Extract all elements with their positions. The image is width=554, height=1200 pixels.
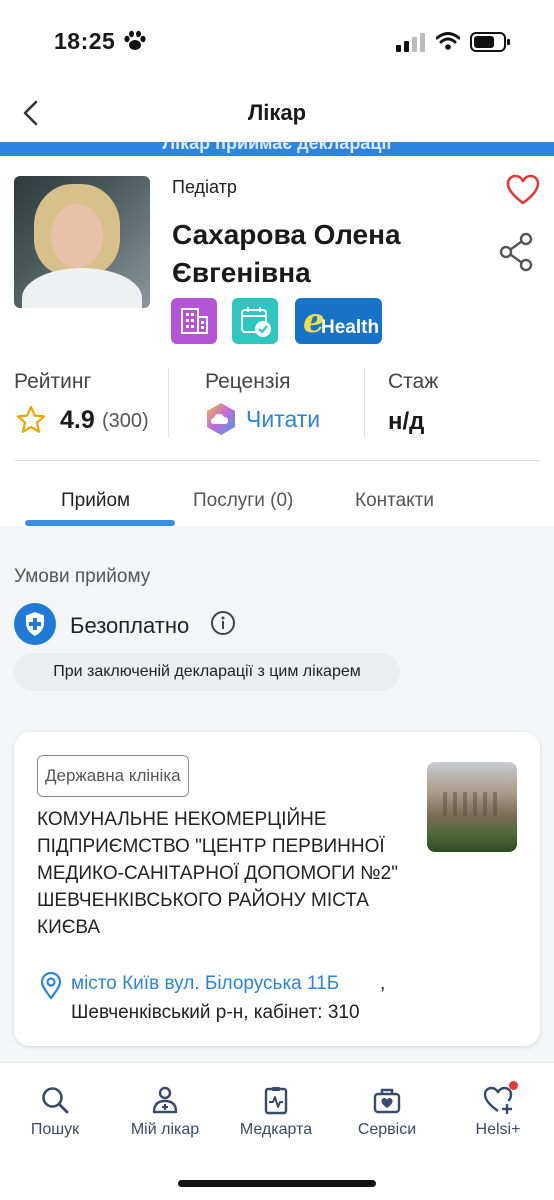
price-label: Безоплатно: [70, 613, 190, 638]
bottom-nav-label: Helsi+: [475, 1121, 521, 1138]
doctor-specialty: Педіатр: [172, 177, 237, 197]
signal-icon: [396, 33, 425, 52]
notification-dot: [509, 1081, 518, 1090]
star-icon: [16, 405, 46, 433]
page-title: Лікар: [247, 100, 307, 125]
clinic-photo: [427, 762, 517, 852]
tab-services[interactable]: Послуги (0): [193, 490, 293, 512]
clinic-type-tag: Державна клініка: [37, 755, 189, 797]
share-icon[interactable]: [498, 232, 534, 272]
clinic-address-details: Шевченківський р-н, кабінет: 310: [71, 1002, 360, 1023]
heart-plus-icon: [483, 1086, 513, 1114]
shield-cross-icon: [14, 603, 56, 645]
search-icon: [42, 1087, 69, 1114]
experience-value: н/д: [388, 408, 425, 435]
conditions-title: Умови прийому: [14, 566, 151, 587]
clinic-building-badge: [171, 298, 217, 344]
home-indicator: [178, 1180, 376, 1187]
bottom-nav-label: Пошук: [30, 1121, 80, 1138]
paw-icon: [124, 30, 146, 50]
experience-label: Стаж: [388, 370, 439, 393]
divider: [364, 368, 365, 438]
doctor-photo: [14, 176, 150, 308]
services-icon: [373, 1088, 401, 1114]
online-booking-badge: [232, 298, 278, 344]
divider: [168, 368, 169, 438]
favorite-heart-icon[interactable]: [506, 174, 540, 206]
rating-label: Рейтинг: [14, 370, 92, 393]
tab-contacts[interactable]: Контакти: [355, 490, 434, 512]
review-label: Рецензія: [205, 370, 291, 393]
bottom-nav-label: Медкарта: [239, 1121, 313, 1138]
clinic-address-link[interactable]: місто Київ вул. Білоруська 11Б: [71, 973, 339, 995]
location-pin-icon: [40, 972, 62, 1000]
bottom-nav-my-doctor[interactable]: Мій лікар: [110, 1085, 220, 1139]
bottom-nav-services[interactable]: Сервіси: [332, 1085, 442, 1139]
calendar-check-icon: [241, 307, 271, 337]
bottom-nav-search[interactable]: Пошук: [0, 1085, 110, 1139]
status-bar: 18:25: [0, 0, 554, 84]
doctor-name: Сахарова Олена Євгенівна: [172, 219, 401, 288]
declaration-banner: Лікар приймає декларації: [0, 142, 554, 156]
read-reviews-link[interactable]: Читати: [246, 406, 320, 433]
clinic-card[interactable]: Державна клініка КОМУНАЛЬНЕ НЕКОМЕРЦІЙНЕ…: [14, 732, 540, 1046]
bottom-nav-label: Мій лікар: [130, 1121, 200, 1138]
bottom-nav-medical-card[interactable]: Медкарта: [221, 1085, 331, 1139]
rating-count: (300): [102, 410, 149, 432]
wifi-icon: [436, 32, 460, 50]
clinic-name: КОМУНАЛЬНЕ НЕКОМЕРЦІЙНЕ ПІДПРИЄМСТВО "ЦЕ…: [37, 809, 398, 938]
building-icon: [181, 308, 208, 334]
doctor-icon: [152, 1086, 178, 1114]
status-time: 18:25: [54, 28, 116, 54]
ehealth-logo-text: Health: [321, 317, 380, 338]
bottom-nav-label: Сервіси: [357, 1121, 417, 1138]
address-separator: ,: [380, 973, 386, 994]
rating-value: 4.9: [60, 406, 95, 434]
review-cloud-icon[interactable]: [204, 402, 238, 436]
bottom-nav-helsi-plus[interactable]: Helsi+: [443, 1081, 553, 1139]
declaration-banner-text: Лікар приймає декларації: [162, 142, 392, 153]
medical-card-icon: [264, 1087, 288, 1115]
navigation-bar: Лікар: [0, 84, 554, 142]
declaration-note-chip: При заключеній декларації з цим лікарем: [14, 653, 400, 691]
info-icon[interactable]: [210, 610, 236, 636]
battery-icon: [470, 32, 510, 52]
divider: [14, 460, 540, 461]
ehealth-badge: e Health: [295, 298, 382, 344]
tab-reception[interactable]: Прийом: [61, 490, 130, 512]
